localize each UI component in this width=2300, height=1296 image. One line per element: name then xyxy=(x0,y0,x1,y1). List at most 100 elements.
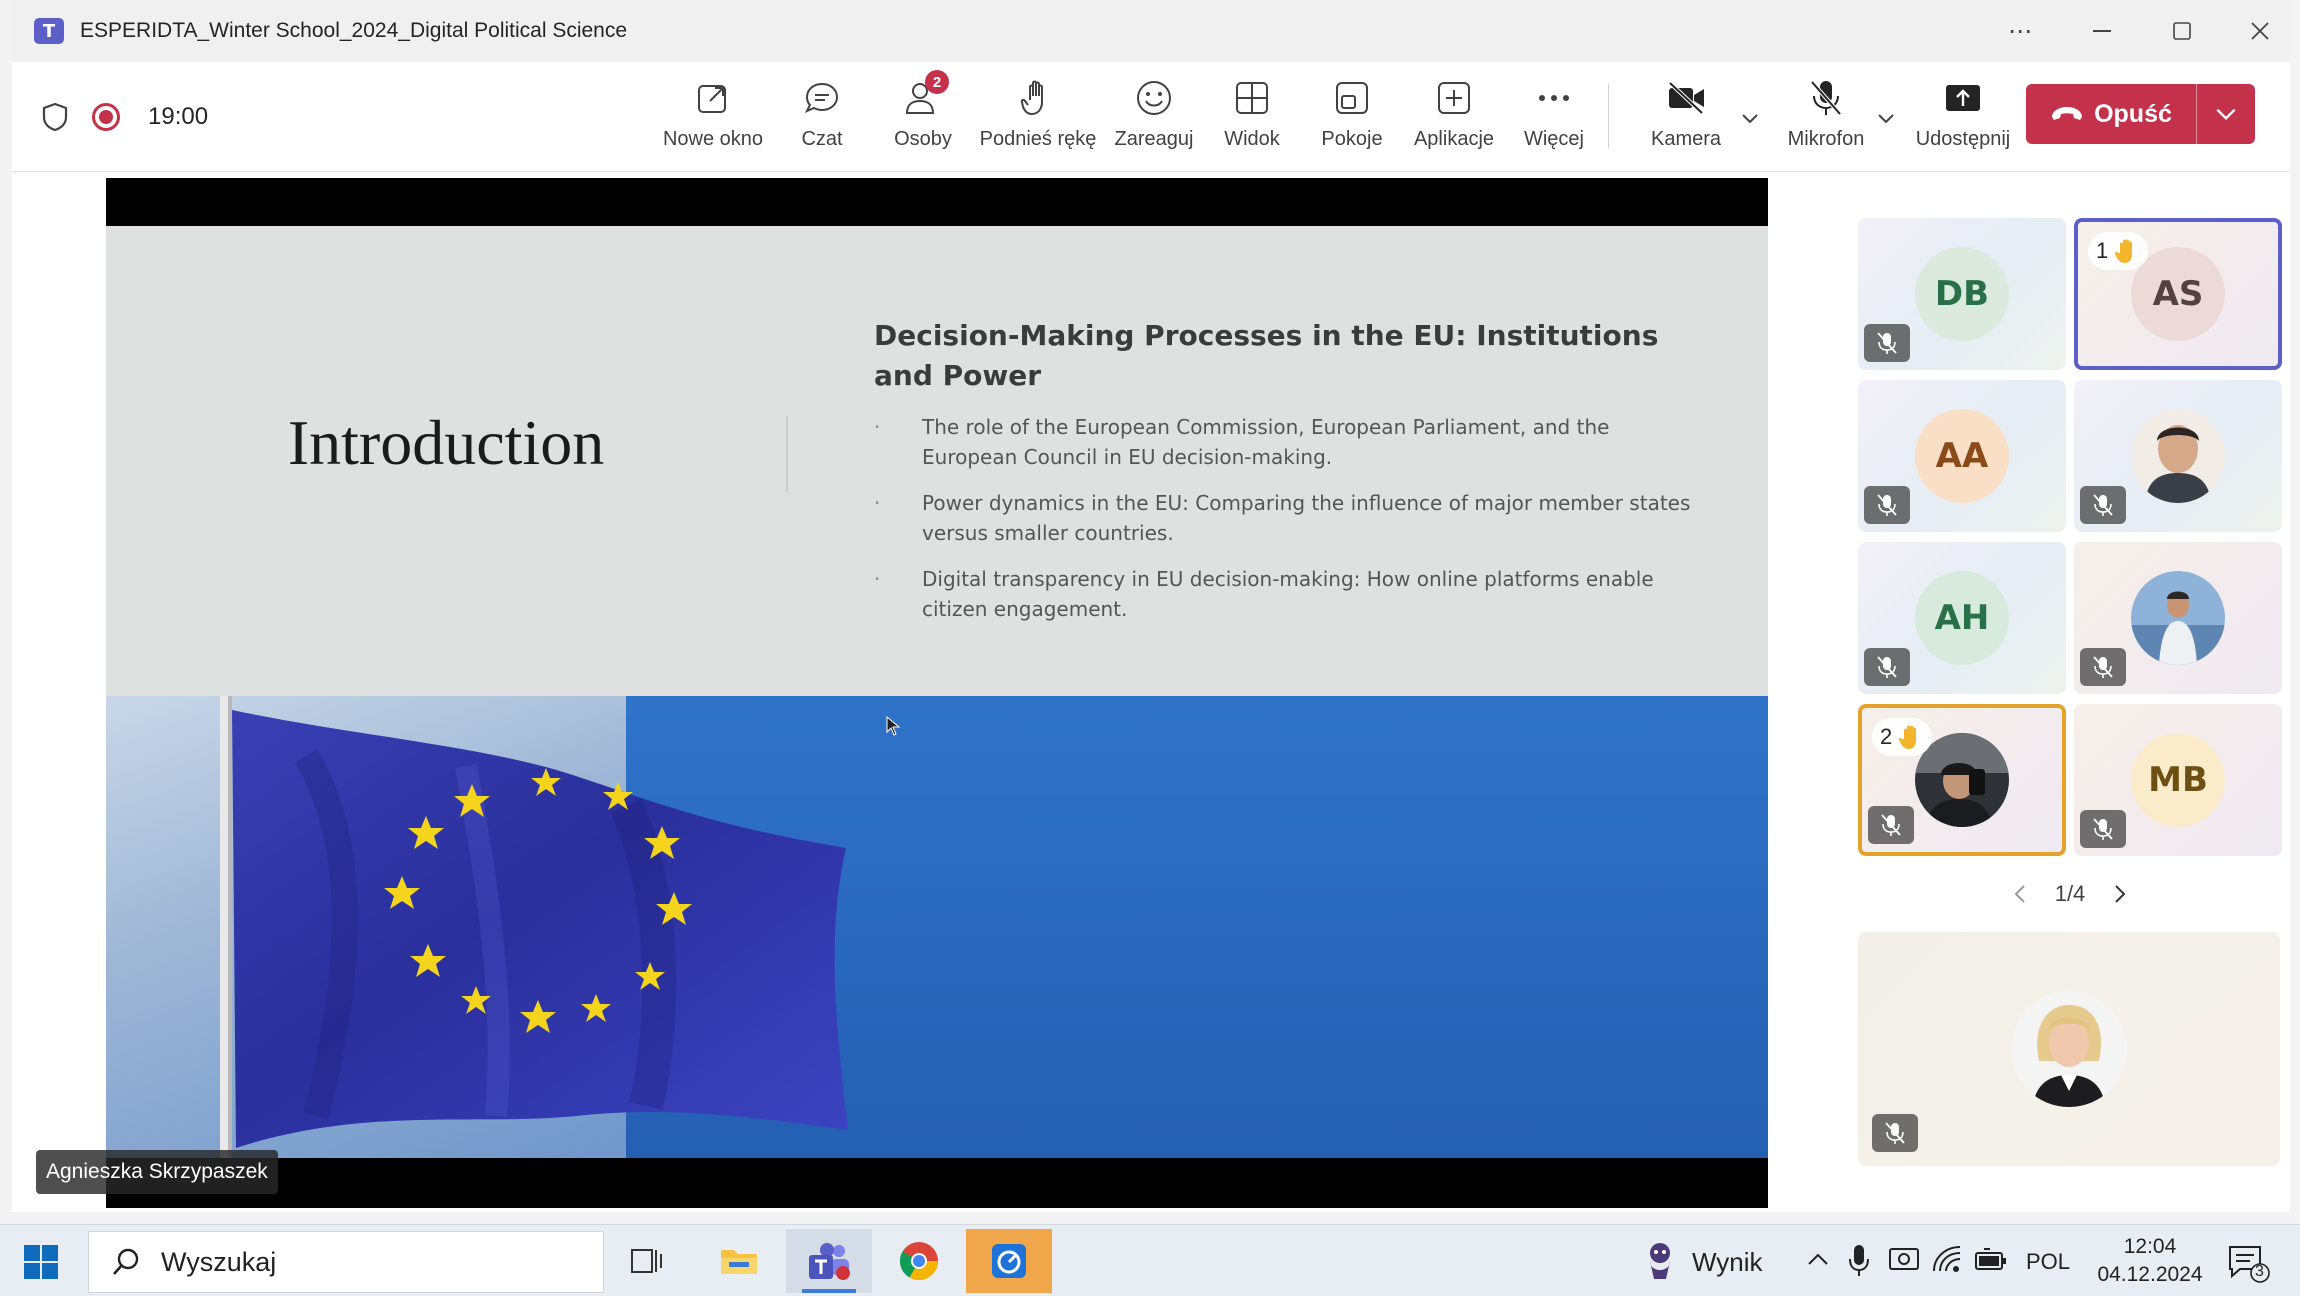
participant-photo-avatar xyxy=(2131,409,2225,503)
apps-button[interactable]: Aplikacje xyxy=(1404,76,1504,166)
raised-hand-badge: 2 xyxy=(1872,718,1933,756)
participant-tile-hand-raised[interactable]: 2 xyxy=(1858,704,2066,856)
taskbar-clock[interactable]: 12:04 04.12.2024 xyxy=(2088,1233,2212,1289)
minimize-button[interactable] xyxy=(2072,0,2132,62)
raise-hand-button[interactable]: Podnieś rękę xyxy=(970,76,1106,166)
people-button[interactable]: 2 Osoby xyxy=(878,70,968,166)
participant-avatar: MB xyxy=(2131,733,2225,827)
participant-tile[interactable] xyxy=(2074,542,2282,694)
slide-bullet: The role of the European Commission, Eur… xyxy=(874,412,1694,472)
mic-options-chevron-icon[interactable] xyxy=(1874,106,1898,130)
raised-hand-icon xyxy=(1899,725,1917,749)
muted-mic-icon xyxy=(1868,806,1914,844)
share-button[interactable]: Udostępnij xyxy=(1908,76,2018,166)
grid-icon xyxy=(1236,82,1268,114)
participant-photo-avatar xyxy=(2131,571,2225,665)
leave-options-chevron-icon[interactable] xyxy=(2197,84,2255,144)
participant-tile[interactable]: AA xyxy=(1858,380,2066,532)
mouse-cursor-icon xyxy=(886,716,900,736)
slide-divider xyxy=(786,416,788,492)
rooms-button[interactable]: Pokoje xyxy=(1312,76,1392,166)
chrome-button[interactable] xyxy=(876,1229,962,1293)
input-language[interactable]: POL xyxy=(2026,1249,2070,1275)
more-options-icon[interactable]: ⋯ xyxy=(1990,0,2050,62)
view-button[interactable]: Widok xyxy=(1212,76,1292,166)
muted-mic-icon xyxy=(1864,324,1910,362)
shared-slide: Introduction Decision-Making Processes i… xyxy=(106,226,1768,1158)
leave-button[interactable]: Opuść xyxy=(2026,84,2255,144)
chevron-left-icon[interactable] xyxy=(2010,882,2030,906)
file-explorer-button[interactable] xyxy=(696,1229,782,1293)
os-taskbar: Wynik POL 12:04 04.12.2024 3 xyxy=(0,1224,2300,1296)
eu-flag-photo xyxy=(106,696,1768,1158)
tray-chevron-up-icon[interactable] xyxy=(1806,1249,1830,1269)
shield-icon[interactable] xyxy=(40,101,70,133)
search-input[interactable] xyxy=(161,1246,581,1278)
camera-button[interactable]: Kamera xyxy=(1642,76,1730,166)
display-tray-icon[interactable] xyxy=(1888,1245,1920,1275)
camera-options-chevron-icon[interactable] xyxy=(1738,106,1762,130)
new-window-button[interactable]: Nowe okno xyxy=(650,76,776,166)
self-photo-avatar xyxy=(2011,991,2127,1107)
muted-mic-icon xyxy=(1864,486,1910,524)
camera-off-icon xyxy=(1668,81,1704,115)
participant-avatar: AH xyxy=(1915,571,2009,665)
slide-bullet: Digital transparency in EU decision-maki… xyxy=(874,564,1694,624)
clock-time: 12:04 xyxy=(2123,1235,2177,1258)
leave-label: Opuść xyxy=(2094,99,2172,128)
title-bar: T ESPERIDTA_Winter School_2024_Digital P… xyxy=(12,0,2290,62)
close-button[interactable] xyxy=(2230,0,2290,62)
battery-icon[interactable] xyxy=(1974,1247,2008,1273)
chat-icon xyxy=(804,82,839,113)
taskbar-search[interactable] xyxy=(88,1231,604,1293)
wifi-icon[interactable] xyxy=(1932,1245,1962,1275)
rooms-icon xyxy=(1336,82,1368,114)
slide-title: Introduction xyxy=(287,407,605,478)
microphone-tray-icon[interactable] xyxy=(1848,1243,1870,1277)
slide-header-area: Introduction Decision-Making Processes i… xyxy=(106,226,1768,696)
react-button[interactable]: Zareaguj xyxy=(1102,76,1206,166)
microphone-button[interactable]: Mikrofon xyxy=(1778,76,1874,166)
search-icon xyxy=(113,1248,139,1275)
teams-taskbar-icon xyxy=(809,1243,850,1280)
maximize-button[interactable] xyxy=(2152,0,2212,62)
chat-button[interactable]: Czat xyxy=(780,76,864,166)
participant-pager: 1/4 xyxy=(2010,876,2130,912)
meeting-timer: 19:00 xyxy=(148,103,209,130)
muted-mic-icon xyxy=(2080,648,2126,686)
more-icon xyxy=(1539,95,1569,101)
raised-hand-badge: 1 xyxy=(2088,232,2149,270)
mic-off-icon xyxy=(1810,80,1842,116)
window-title: ESPERIDTA_Winter School_2024_Digital Pol… xyxy=(80,19,628,42)
emoji-icon xyxy=(1137,81,1171,115)
more-button[interactable]: Więcej xyxy=(1514,76,1594,166)
people-count-badge: 2 xyxy=(925,70,949,94)
eu-flag-image xyxy=(220,696,848,1158)
page-indicator: 1/4 xyxy=(2054,881,2086,906)
participant-tile-active[interactable]: AS 1 xyxy=(2074,218,2282,370)
teams-taskbar-button[interactable] xyxy=(786,1229,872,1293)
muted-mic-icon xyxy=(1864,648,1910,686)
app-icon xyxy=(992,1244,1026,1278)
raise-hand-icon xyxy=(1020,80,1043,115)
recording-icon xyxy=(92,103,120,131)
weather-icon[interactable] xyxy=(1640,1239,1680,1283)
muted-mic-icon xyxy=(2080,810,2126,848)
participant-tile[interactable]: DB xyxy=(1858,218,2066,370)
task-view-button[interactable] xyxy=(604,1229,690,1293)
folder-icon xyxy=(721,1250,757,1274)
notification-count: 3 xyxy=(2255,1263,2264,1280)
app-button[interactable] xyxy=(966,1229,1052,1293)
participant-tile[interactable]: AH xyxy=(1858,542,2066,694)
chevron-right-icon[interactable] xyxy=(2110,882,2130,906)
participant-tile[interactable] xyxy=(2074,380,2282,532)
slide-heading: Decision-Making Processes in the EU: Ins… xyxy=(874,319,1659,392)
self-video-tile[interactable] xyxy=(1858,932,2280,1166)
participant-tile[interactable]: MB xyxy=(2074,704,2282,856)
windows-start-icon[interactable] xyxy=(22,1243,60,1281)
hand-order: 1 xyxy=(2096,238,2109,263)
weather-label[interactable]: Wynik xyxy=(1692,1247,1763,1278)
task-view-icon xyxy=(631,1249,662,1273)
meeting-toolbar: 19:00 Nowe okno Czat 2 Osoby Podnieś ręk… xyxy=(12,62,2290,172)
notification-center-button[interactable]: 3 xyxy=(2226,1243,2270,1283)
